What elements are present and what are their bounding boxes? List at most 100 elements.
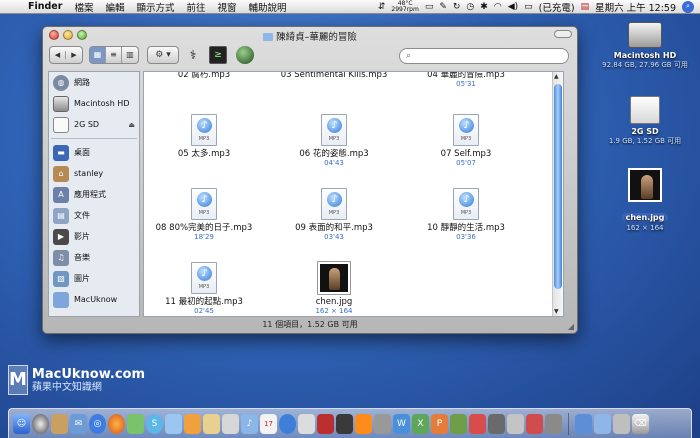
downloads-stack-dock-icon[interactable] — [594, 413, 611, 434]
trash-dock-icon[interactable]: ⌫ — [632, 413, 649, 434]
file-item[interactable]: ♪ MP3 07 Self.mp3 05'07 — [406, 114, 526, 168]
package-dock-icon[interactable] — [184, 413, 201, 434]
file-item[interactable]: 04 華麗的冒險.mp3 05'31 — [406, 72, 526, 89]
menu-window[interactable]: 視窗 — [212, 0, 243, 14]
menu-go[interactable]: 前往 — [180, 0, 211, 14]
sidebar-item-desktop[interactable]: ▬ 桌面 — [49, 142, 139, 163]
photo-booth-dock-icon[interactable] — [317, 413, 334, 434]
finder-dock-icon[interactable]: ☺ — [13, 413, 30, 434]
sync-menu-icon[interactable]: ↻ — [453, 2, 461, 12]
menu-file[interactable]: 檔案 — [68, 0, 99, 14]
battery-icon[interactable]: ▭ — [524, 2, 533, 12]
list-view-button[interactable]: ≡ — [106, 47, 122, 63]
desktop-item-macintosh-hd[interactable]: Macintosh HD 92.84 GB, 27.96 GB 可用 — [600, 22, 690, 70]
app-dock-icon[interactable] — [469, 413, 486, 434]
search-field[interactable]: ⌕ — [399, 48, 569, 64]
file-item[interactable]: ♪ MP3 08 80%完美的日子.mp3 18'29 — [144, 188, 264, 242]
time-machine-icon[interactable]: ◷ — [466, 2, 474, 12]
app-dock-icon[interactable] — [488, 413, 505, 434]
file-item[interactable]: ♪ MP3 10 靜靜的生活.mp3 03'36 — [406, 188, 526, 242]
mail-dock-icon[interactable]: ✉ — [70, 413, 87, 434]
menu-help[interactable]: 輔助說明 — [243, 0, 293, 14]
documents-stack-dock-icon[interactable] — [575, 413, 592, 434]
window-titlebar[interactable]: 陳綺貞–華麗的冒險 — [43, 27, 577, 43]
vlc-dock-icon[interactable] — [355, 413, 372, 434]
sidebar-item-network[interactable]: ◍ 網路 — [49, 72, 139, 93]
scroll-up-icon[interactable]: ▲ — [554, 73, 559, 80]
bluetooth-icon[interactable]: ✱ — [480, 2, 488, 12]
volume-icon[interactable]: ◀) — [508, 2, 518, 12]
desktop-item-2g-sd[interactable]: 2G SD 1.9 GB, 1.52 GB 可用 — [600, 96, 690, 146]
file-item[interactable]: 02 腐朽.mp3 — [144, 72, 264, 80]
skype-dock-icon[interactable]: S — [146, 413, 163, 434]
display-menu-icon[interactable]: ▭ — [425, 2, 434, 12]
desktop-item-meta: 162 × 164 — [626, 224, 664, 232]
network-menu-icon[interactable]: ⇵ — [378, 2, 386, 12]
menu-edit[interactable]: 編輯 — [99, 0, 130, 14]
file-item[interactable]: chen.jpg 162 × 164 — [274, 262, 394, 316]
dashboard-dock-icon[interactable] — [32, 413, 49, 434]
safari-dock-icon[interactable]: ◎ — [89, 413, 106, 434]
menu-finder[interactable]: Finder — [22, 1, 68, 12]
input-flag-icon[interactable]: ▤ — [581, 2, 590, 12]
eject-icon[interactable]: ⏏ — [128, 121, 135, 129]
sidebar-item-macuknow[interactable]: MacUknow — [49, 289, 139, 310]
back-button[interactable]: ◀ — [50, 51, 66, 59]
file-item[interactable]: ♪ MP3 05 太多.mp3 — [144, 114, 264, 159]
icon-view-button[interactable]: ▦ — [90, 47, 106, 63]
scrollbar-thumb[interactable] — [554, 84, 562, 289]
word-dock-icon[interactable]: W — [393, 413, 410, 434]
action-button[interactable]: ⚙ ▾ — [147, 46, 179, 64]
app-dock-icon[interactable] — [545, 413, 562, 434]
terminal-dock-icon[interactable] — [336, 413, 353, 434]
sidebar-item-movies[interactable]: ▶ 影片 — [49, 226, 139, 247]
battery-status[interactable]: (已充電) — [539, 0, 575, 14]
app-dock-icon[interactable] — [526, 413, 543, 434]
menubar-clock[interactable]: 星期六 上午 12:59 — [595, 0, 676, 14]
scroll-down-icon[interactable]: ▼ — [554, 308, 559, 315]
forward-button[interactable]: ▶ — [66, 51, 82, 59]
powerpoint-dock-icon[interactable]: P — [431, 413, 448, 434]
wifi-icon[interactable]: ◠ — [494, 2, 502, 12]
app-dock-icon[interactable] — [507, 413, 524, 434]
address-book-dock-icon[interactable] — [203, 413, 220, 434]
stethoscope-icon[interactable]: ⚕ — [183, 45, 203, 65]
system-prefs-dock-icon[interactable] — [298, 413, 315, 434]
firefox-dock-icon[interactable] — [108, 413, 125, 434]
activity-monitor-dock-icon[interactable] — [374, 413, 391, 434]
app-dock-icon[interactable] — [450, 413, 467, 434]
sidebar-item-applications[interactable]: A 應用程式 — [49, 184, 139, 205]
adium-dock-icon[interactable] — [127, 413, 144, 434]
terminal-icon[interactable]: ≥ — [209, 46, 227, 64]
sidebar-item-2g-sd[interactable]: 2G SD ⏏ — [49, 114, 139, 135]
sidebar-item-documents[interactable]: ▤ 文件 — [49, 205, 139, 226]
preview-dock-icon[interactable] — [222, 413, 239, 434]
resize-grip-icon[interactable]: ◢ — [568, 322, 574, 331]
excel-dock-icon[interactable]: X — [412, 413, 429, 434]
minimized-window-dock-icon[interactable] — [613, 413, 630, 434]
sidebar-item-pictures[interactable]: ▨ 圖片 — [49, 268, 139, 289]
desktop-item-chen-jpg[interactable]: chen.jpg 162 × 164 — [600, 168, 690, 232]
file-item[interactable]: ♪ MP3 11 最初的起點.mp3 02'45 — [144, 262, 264, 316]
spotlight-icon[interactable]: ⌕ — [682, 0, 694, 13]
sidebar-item-macintosh-hd[interactable]: Macintosh HD — [49, 93, 139, 114]
sidebar-item-music[interactable]: ♫ 音樂 — [49, 247, 139, 268]
file-name: 08 80%完美的日子.mp3 — [155, 223, 253, 233]
toolbar-toggle-button[interactable] — [554, 30, 572, 38]
file-item[interactable]: ♪ MP3 06 花的姿態.mp3 04'43 — [274, 114, 394, 168]
ical-dock-icon[interactable]: 17 — [260, 413, 277, 434]
file-item[interactable]: 03 Sentimental Kills.mp3 — [274, 72, 394, 80]
menu-view[interactable]: 顯示方式 — [130, 0, 180, 14]
globe-tool-icon[interactable] — [236, 46, 254, 64]
sherlock-dock-icon[interactable] — [51, 413, 68, 434]
file-item[interactable]: ♪ MP3 09 表面的和平.mp3 03'43 — [274, 188, 394, 242]
itunes-dock-icon[interactable]: ♪ — [241, 413, 258, 434]
sidebar-item-stanley[interactable]: ⌂ stanley — [49, 163, 139, 184]
column-view-button[interactable]: ▥ — [122, 47, 138, 63]
ichat-dock-icon[interactable] — [165, 413, 182, 434]
clock-dock-icon[interactable] — [279, 413, 296, 434]
sidebar-item-label: 圖片 — [74, 274, 90, 283]
script-menu-icon[interactable]: ✎ — [439, 2, 447, 12]
cpu-monitor[interactable]: 48°C 2997rpm — [391, 0, 418, 13]
vertical-scrollbar[interactable]: ▲ ▼ — [552, 72, 563, 316]
